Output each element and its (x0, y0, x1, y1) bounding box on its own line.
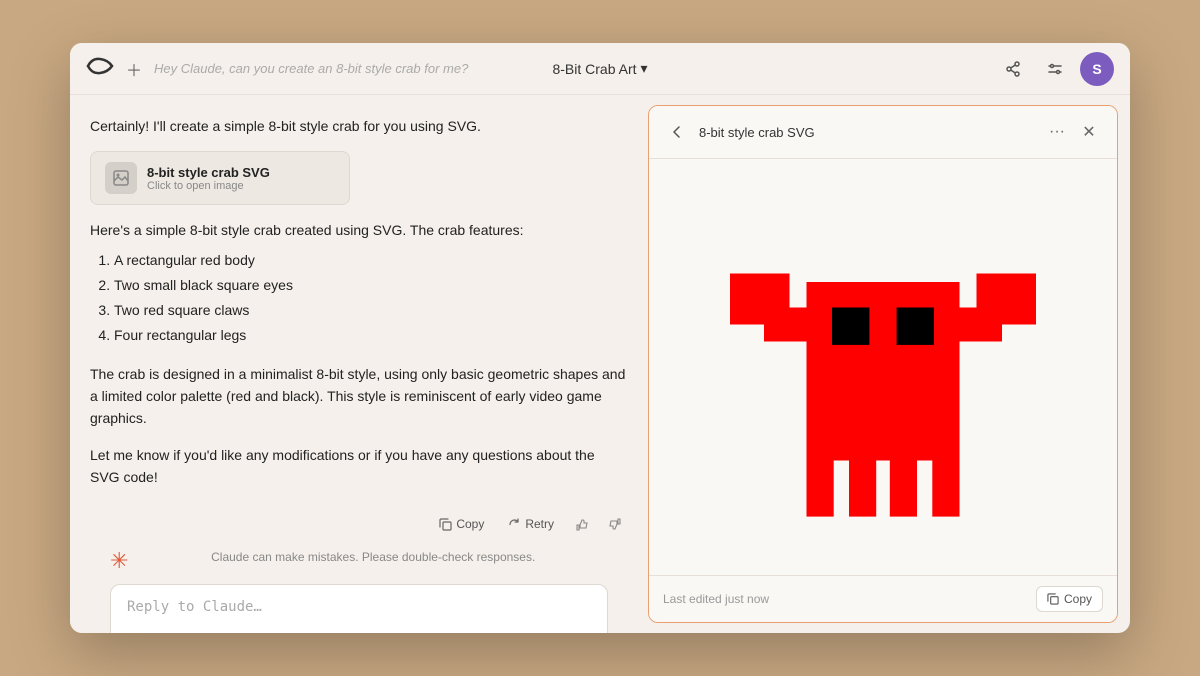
description1: The crab is designed in a minimalist 8-b… (90, 363, 628, 430)
artifact-info: 8-bit style crab SVG Click to open image (147, 165, 270, 192)
chat-bottom: ✳ Claude can make mistakes. Please doubl… (90, 546, 628, 633)
topbar-left: ＋ Hey Claude, can you create an 8-bit st… (86, 56, 468, 81)
features-list: A rectangular red body Two small black s… (114, 248, 628, 349)
topbar-title: 8-Bit Crab Art (552, 61, 636, 77)
preview-close-button[interactable]: ✕ (1075, 118, 1103, 146)
list-item: Two red square claws (114, 298, 628, 323)
reply-input[interactable] (111, 585, 607, 633)
thumbs-up-icon (576, 518, 589, 531)
app-window: ＋ Hey Claude, can you create an 8-bit st… (70, 43, 1130, 633)
artifact-image-icon (105, 162, 137, 194)
share-button[interactable] (996, 52, 1030, 86)
disclaimer-text: Claude can make mistakes. Please double-… (138, 546, 608, 564)
features-intro: Here's a simple 8-bit style crab created… (90, 219, 628, 241)
crab-svg (713, 187, 1053, 547)
thumbs-down-icon (608, 518, 621, 531)
preview-footer: Last edited just now Copy (649, 575, 1117, 622)
back-arrow-icon (670, 125, 684, 139)
description2: Let me know if you'd like any modificati… (90, 444, 628, 489)
user-avatar[interactable]: S (1080, 52, 1114, 86)
chat-panel: Certainly! I'll create a simple 8-bit st… (70, 95, 648, 633)
preview-header: 8-bit style crab SVG ··· ✕ (649, 106, 1117, 159)
topbar-title-area[interactable]: 8-Bit Crab Art ▾ (552, 60, 647, 77)
like-button[interactable] (568, 510, 596, 538)
claude-logo-icon (86, 56, 114, 81)
list-item: A rectangular red body (114, 248, 628, 273)
preview-panel: 8-bit style crab SVG ··· ✕ (648, 105, 1118, 623)
action-bar: Copy Retry (90, 502, 628, 546)
claude-logo-row: ✳ Claude can make mistakes. Please doubl… (110, 546, 608, 574)
settings-icon (1047, 61, 1063, 77)
opening-message: Certainly! I'll create a simple 8-bit st… (90, 115, 628, 137)
reply-input-area: Claude 3.5 Sonnet ▾ (110, 584, 608, 633)
preview-copy-label: Copy (1064, 592, 1092, 606)
crab-svg-container (649, 159, 1117, 575)
preview-more-button[interactable]: ··· (1043, 118, 1071, 146)
preview-back-button[interactable] (663, 118, 691, 146)
dislike-button[interactable] (600, 510, 628, 538)
list-item: Two small black square eyes (114, 273, 628, 298)
claude-asterisk-icon: ✳ (110, 548, 128, 574)
settings-button[interactable] (1038, 52, 1072, 86)
main-content: Certainly! I'll create a simple 8-bit st… (70, 95, 1130, 633)
share-icon (1005, 61, 1021, 77)
artifact-subtitle: Click to open image (147, 180, 270, 192)
logo-area (86, 56, 114, 81)
preview-copy-button[interactable]: Copy (1036, 586, 1103, 612)
copy-button[interactable]: Copy (429, 512, 494, 536)
retry-button[interactable]: Retry (498, 512, 564, 536)
list-item: Four rectangular legs (114, 323, 628, 348)
preview-content (649, 159, 1117, 575)
artifact-card[interactable]: 8-bit style crab SVG Click to open image (90, 151, 350, 205)
copy-icon (439, 518, 452, 531)
new-chat-button[interactable]: ＋ (122, 57, 146, 81)
close-icon: ✕ (1082, 122, 1095, 142)
chat-preview-text: Hey Claude, can you create an 8-bit styl… (154, 61, 468, 76)
last-edited-text: Last edited just now (663, 592, 769, 606)
copy-icon-preview (1047, 593, 1059, 605)
preview-title: 8-bit style crab SVG (699, 125, 1043, 140)
topbar-right: S (996, 52, 1114, 86)
topbar: ＋ Hey Claude, can you create an 8-bit st… (70, 43, 1130, 95)
topbar-chevron-icon: ▾ (641, 60, 648, 77)
artifact-title: 8-bit style crab SVG (147, 165, 270, 180)
retry-icon (508, 518, 521, 531)
ellipsis-icon: ··· (1049, 123, 1065, 141)
